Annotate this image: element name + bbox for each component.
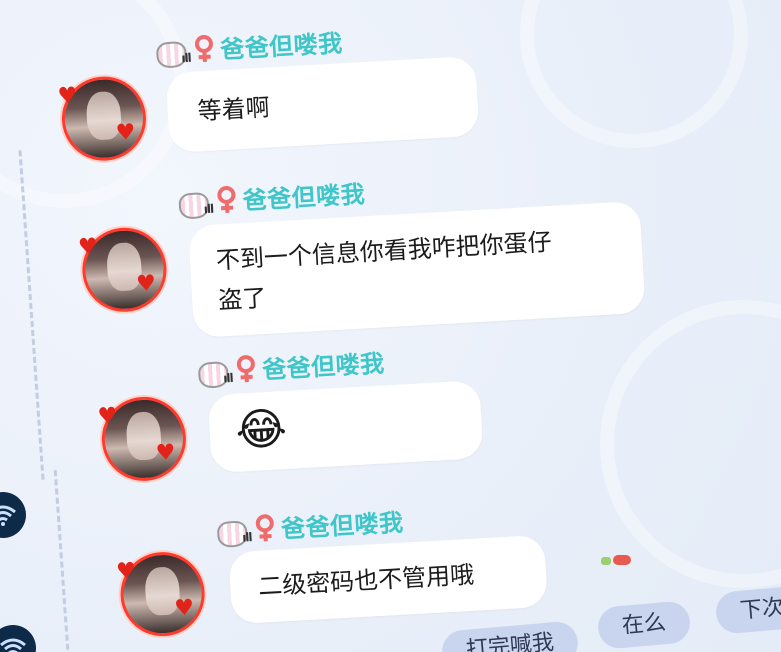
heart-icon: ♥ <box>173 595 195 622</box>
heart-icon: ♥ <box>115 558 137 585</box>
heart-icon: ♥ <box>96 403 119 430</box>
level-cat-badge-icon: ıll <box>195 355 233 389</box>
female-symbol-icon <box>231 352 261 386</box>
level-bars: ıll <box>241 529 252 545</box>
quick-reply-label: 下次再 <box>738 593 781 624</box>
heart-icon: ♥ <box>77 234 99 261</box>
message-header: ıll 爸爸但喽我 <box>214 503 404 548</box>
level-cat-badge-icon: ıll <box>176 185 214 220</box>
message-header: ıll 爸爸但喽我 <box>153 23 344 69</box>
message-bubble[interactable]: 😂 <box>207 380 484 474</box>
sender-nickname[interactable]: 爸爸但喽我 <box>219 23 344 65</box>
level-cat-badge-icon: ıll <box>153 34 192 69</box>
level-bars: ıll <box>203 201 214 216</box>
female-symbol-icon <box>250 511 280 545</box>
heart-icon: ♥ <box>56 83 79 110</box>
message-text: 二级密码也不管用哦 <box>257 560 475 601</box>
sender-nickname[interactable]: 爸爸但喽我 <box>261 343 385 385</box>
user-avatar-icon[interactable]: ♥ ♥ <box>96 394 189 484</box>
message-bubble[interactable]: 等着啊 <box>165 55 480 154</box>
wifi-icon <box>0 638 26 652</box>
small-sticker-icon <box>600 553 634 572</box>
chat-screen: ♥ ♥ ıll 爸爸但喽我 等着啊 ♥ ♥ ıll 爸爸但喽我 不到一个信息你看… <box>0 0 781 652</box>
sender-nickname[interactable]: 爸爸但喽我 <box>242 174 366 216</box>
level-cat-badge-icon: ıll <box>214 514 252 548</box>
sender-nickname[interactable]: 爸爸但喽我 <box>280 503 404 545</box>
female-symbol-icon <box>212 183 242 217</box>
level-bars: ıll <box>180 50 192 65</box>
tears-of-joy-emoji: 😂 <box>234 402 289 457</box>
female-symbol-icon <box>189 32 219 66</box>
heart-icon: ♥ <box>115 119 137 147</box>
message-bubble[interactable]: 不到一个信息你看我咋把你蛋仔 盗了 <box>188 200 646 338</box>
quick-reply-chip[interactable]: 在么 <box>596 600 692 650</box>
level-bars: ıll <box>222 370 233 385</box>
quick-reply-label: 在么 <box>620 610 667 639</box>
wifi-icon <box>0 505 16 526</box>
user-avatar-icon[interactable]: ♥ ♥ <box>77 225 169 315</box>
message-header: ıll 爸爸但喽我 <box>176 174 366 220</box>
message-text: 等着啊 <box>196 93 271 126</box>
user-avatar-icon[interactable]: ♥ ♥ <box>115 549 207 639</box>
user-avatar-icon[interactable]: ♥ ♥ <box>56 74 149 163</box>
quick-reply-label: 打完喊我 <box>465 630 555 652</box>
message-header: ıll 爸爸但喽我 <box>195 343 385 389</box>
message-list: ♥ ♥ ıll 爸爸但喽我 等着啊 ♥ ♥ ıll 爸爸但喽我 不到一个信息你看… <box>0 0 781 652</box>
message-bubble[interactable]: 二级密码也不管用哦 <box>228 534 548 625</box>
heart-icon: ♥ <box>155 440 177 467</box>
heart-icon: ♥ <box>135 271 157 298</box>
